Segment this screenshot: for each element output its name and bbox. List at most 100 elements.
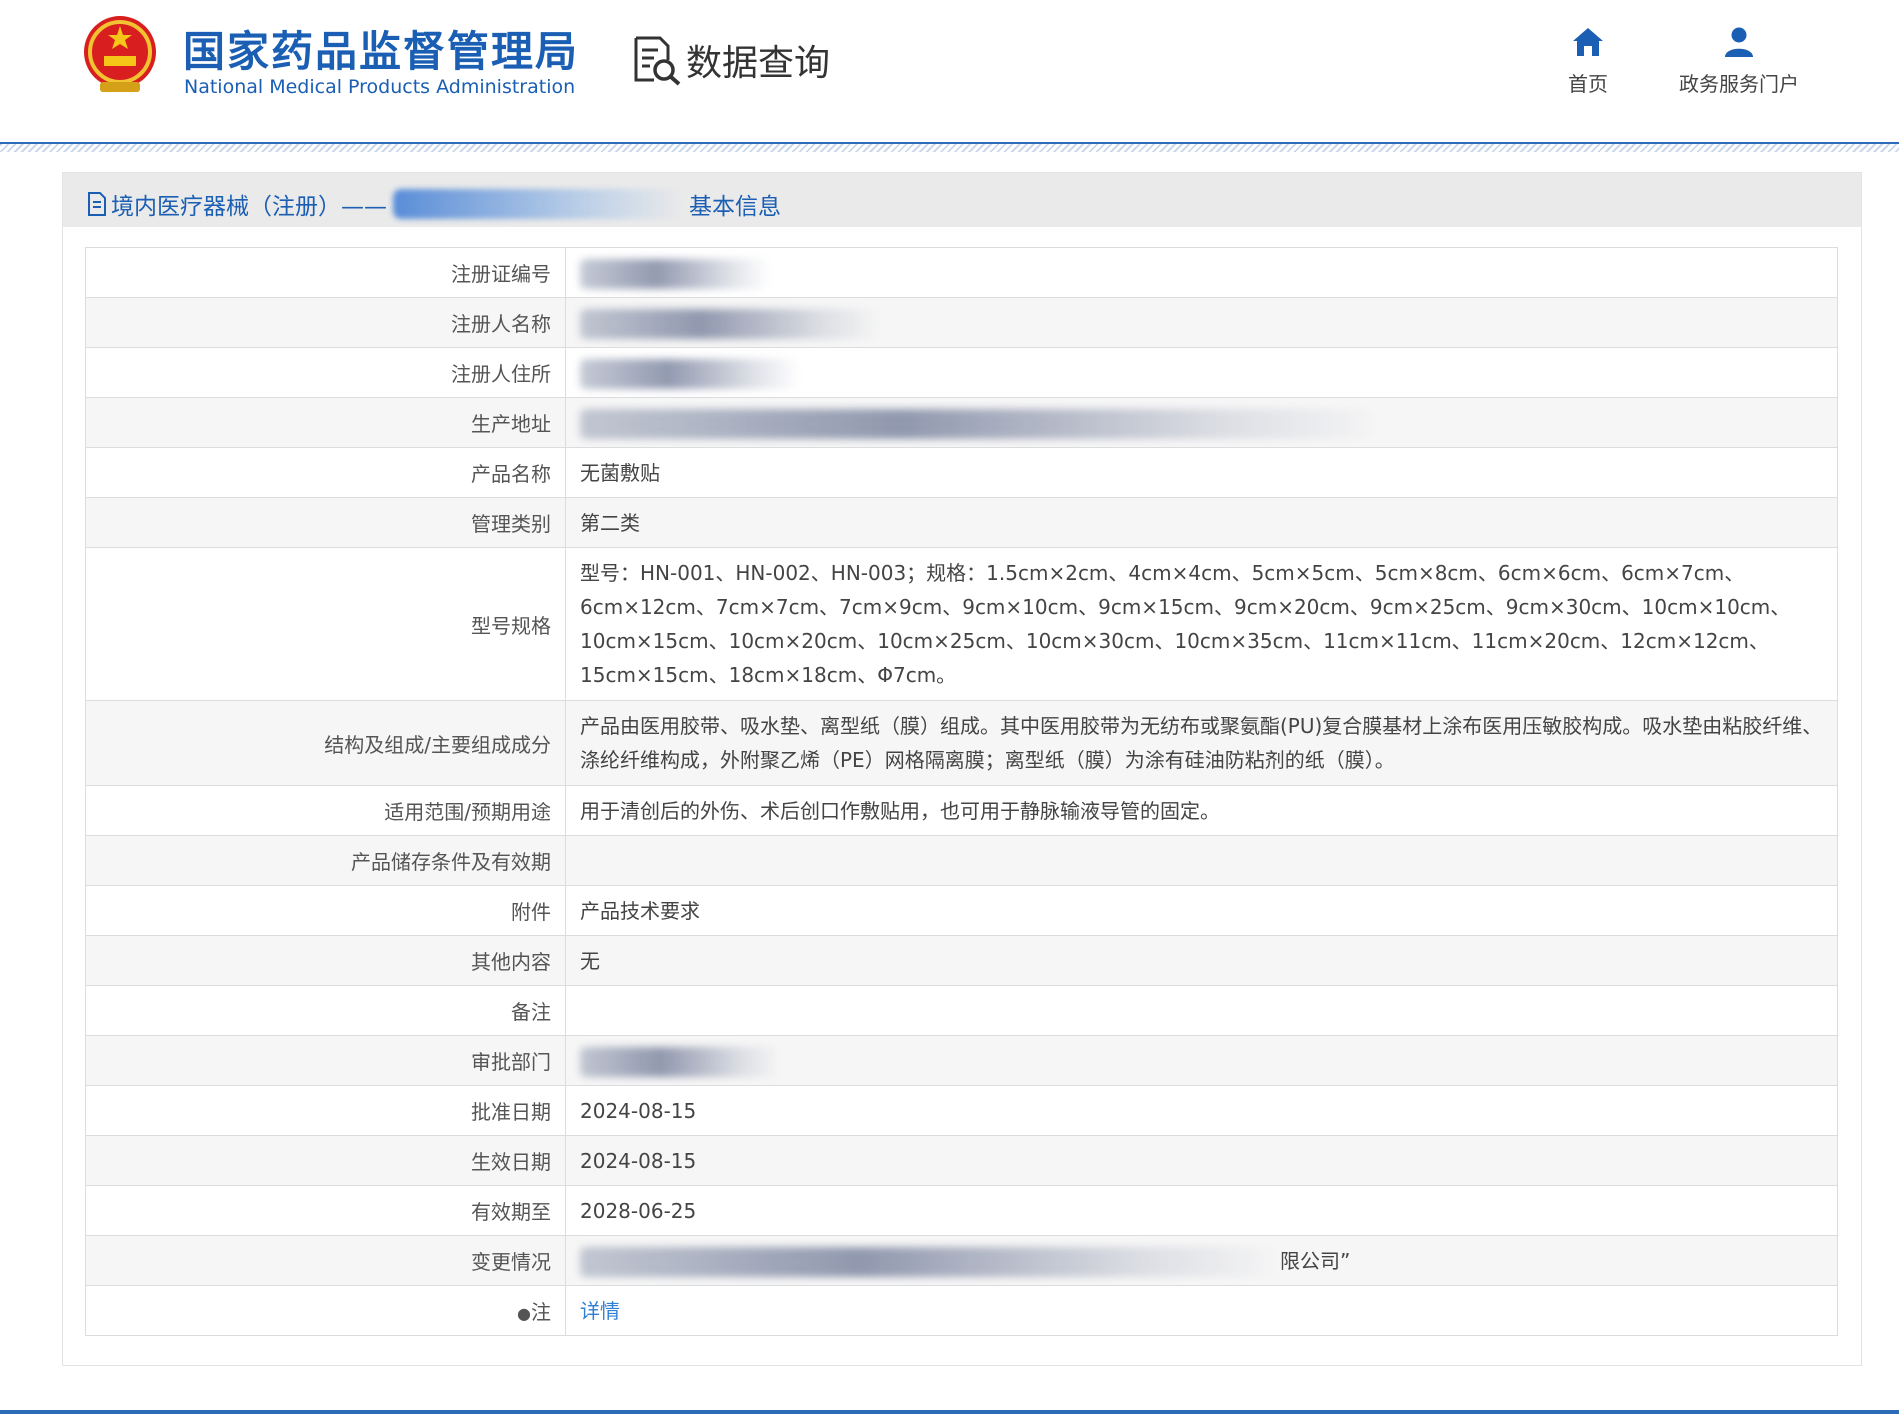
row-value xyxy=(565,347,1838,398)
table-row: 产品名称 无菌敷贴 xyxy=(85,447,1838,498)
row-label: 有效期至 xyxy=(85,1185,566,1236)
info-table: 注册证编号注册人名称注册人住所生产地址产品名称 无菌敷贴管理类别 第二类 型号规格 型号… xyxy=(85,247,1838,1336)
row-label-text: 生效日期 xyxy=(471,1150,551,1174)
row-label: 产品储存条件及有效期 xyxy=(85,835,566,886)
row-value: 型号：HN-001、HN-002、HN-003；规格：1.5cm×2cm、4cm… xyxy=(565,547,1838,701)
row-value: 详情 xyxy=(565,1285,1838,1336)
row-value-text: 产品技术要求 xyxy=(580,898,700,923)
row-label-text: 生产地址 xyxy=(471,412,551,436)
redacted-value xyxy=(580,309,880,339)
row-label: 注册证编号 xyxy=(85,247,566,298)
row-value xyxy=(565,1035,1838,1086)
row-value xyxy=(565,247,1838,298)
row-label-text: 批准日期 xyxy=(471,1100,551,1124)
row-value-text: 2024-08-15 xyxy=(580,1148,697,1173)
row-label: 结构及组成/主要组成成分 xyxy=(85,700,566,786)
nav-service-portal-label: 政务服务门户 xyxy=(1679,72,1799,96)
table-row: 适用范围/预期用途 用于清创后的外伤、术后创口作敷贴用，也可用于静脉输液导管的固定… xyxy=(85,785,1838,836)
row-value: 产品技术要求 xyxy=(565,885,1838,936)
row-label: ●注 xyxy=(85,1285,566,1336)
row-label: 适用范围/预期用途 xyxy=(85,785,566,836)
nav-service-portal[interactable]: 政务服务门户 xyxy=(1668,26,1810,97)
header-divider xyxy=(0,142,1899,152)
row-label: 产品名称 xyxy=(85,447,566,498)
row-value-text: 2028-06-25 xyxy=(580,1198,697,1223)
row-label-text: 备注 xyxy=(511,1000,551,1024)
row-label: 生效日期 xyxy=(85,1135,566,1186)
row-label: 附件 xyxy=(85,885,566,936)
row-label-text: 管理类别 xyxy=(471,512,551,536)
table-row: 其他内容 无 xyxy=(85,935,1838,986)
row-value xyxy=(565,835,1838,886)
footer-divider xyxy=(0,1410,1899,1414)
row-value: 限公司” xyxy=(565,1235,1838,1286)
table-row: 注册人住所 xyxy=(85,347,1838,398)
row-value-text: 2024-08-15 xyxy=(580,1098,697,1123)
details-link[interactable]: 详情 xyxy=(580,1299,620,1323)
row-label-text: 注册人名称 xyxy=(451,312,551,336)
detail-panel: 境内医疗器械（注册）—— 基本信息 注册证编号注册人名称注册人住所生产地址产品名… xyxy=(62,172,1862,1366)
row-value-text: 无菌敷贴 xyxy=(580,460,660,485)
row-value: 第二类 xyxy=(565,497,1838,548)
document-icon xyxy=(88,192,106,216)
row-value xyxy=(565,397,1838,448)
row-label-text: 有效期至 xyxy=(471,1200,551,1224)
nav-home-label: 首页 xyxy=(1568,72,1608,96)
panel-title: 境内医疗器械（注册）—— 基本信息 xyxy=(87,187,781,221)
site-logo-title: 国家药品监督管理局 xyxy=(183,27,580,76)
document-search-icon xyxy=(634,36,681,86)
pin-icon: ● xyxy=(517,1304,531,1323)
row-label-text: 结构及组成/主要组成成分 xyxy=(324,732,551,757)
row-label-text: 产品名称 xyxy=(471,462,551,486)
row-label-text: 附件 xyxy=(511,900,551,924)
table-row: 变更情况 限公司” xyxy=(85,1235,1838,1286)
row-label: 管理类别 xyxy=(85,497,566,548)
table-row: 有效期至 2028-06-25 xyxy=(85,1185,1838,1236)
site-header: 国家药品监督管理局 National Medical Products Admi… xyxy=(0,0,1899,140)
table-row: 附件 产品技术要求 xyxy=(85,885,1838,936)
table-row: 结构及组成/主要组成成分 产品由医用胶带、吸水垫、离型纸（膜）组成。其中医用胶带为… xyxy=(85,700,1838,786)
row-label: 注册人住所 xyxy=(85,347,566,398)
data-query-title: 数据查询 xyxy=(686,43,831,84)
row-label-text: 注 xyxy=(531,1300,551,1324)
row-value: 无菌敷贴 xyxy=(565,447,1838,498)
table-row: 备注 xyxy=(85,985,1838,1036)
data-query-heading: 数据查询 xyxy=(630,34,830,86)
table-row: ●注 详情 xyxy=(85,1285,1838,1336)
row-value-text: 限公司” xyxy=(1280,1248,1351,1273)
row-label-text: 其他内容 xyxy=(471,950,551,974)
user-icon xyxy=(1725,27,1753,57)
national-emblem-icon xyxy=(84,16,156,92)
row-value: 产品由医用胶带、吸水垫、离型纸（膜）组成。其中医用胶带为无纺布或聚氨酯(PU)复… xyxy=(565,700,1838,786)
table-row: 管理类别 第二类 xyxy=(85,497,1838,548)
redacted-registration-number xyxy=(393,189,683,219)
row-value: 用于清创后的外伤、术后创口作敷贴用，也可用于静脉输液导管的固定。 xyxy=(565,785,1838,836)
panel-header: 境内医疗器械（注册）—— 基本信息 xyxy=(63,173,1861,227)
table-row: 生效日期 2024-08-15 xyxy=(85,1135,1838,1186)
row-label: 型号规格 xyxy=(85,547,566,701)
row-label: 批准日期 xyxy=(85,1085,566,1136)
panel-title-prefix: 境内医疗器械（注册）—— xyxy=(111,194,387,220)
table-row: 产品储存条件及有效期 xyxy=(85,835,1838,886)
redacted-value xyxy=(580,359,800,389)
table-row: 生产地址 xyxy=(85,397,1838,448)
row-label: 其他内容 xyxy=(85,935,566,986)
row-label-text: 产品储存条件及有效期 xyxy=(351,850,551,874)
row-value-text: 无 xyxy=(580,948,600,973)
redacted-value xyxy=(580,1047,780,1077)
redacted-value xyxy=(580,259,770,289)
row-label: 备注 xyxy=(85,985,566,1036)
table-row: 审批部门 xyxy=(85,1035,1838,1086)
table-row: 型号规格 型号：HN-001、HN-002、HN-003；规格：1.5cm×2cm… xyxy=(85,547,1838,701)
table-row: 批准日期 2024-08-15 xyxy=(85,1085,1838,1136)
row-value-text: 产品由医用胶带、吸水垫、离型纸（膜）组成。其中医用胶带为无纺布或聚氨酯(PU)复… xyxy=(580,714,1823,772)
panel-title-suffix: 基本信息 xyxy=(689,194,781,220)
row-label-text: 适用范围/预期用途 xyxy=(384,800,551,824)
row-value xyxy=(565,985,1838,1036)
row-label: 注册人名称 xyxy=(85,297,566,348)
nav-home[interactable]: 首页 xyxy=(1558,26,1618,97)
table-row: 注册证编号 xyxy=(85,247,1838,298)
row-value-text: 用于清创后的外伤、术后创口作敷贴用，也可用于静脉输液导管的固定。 xyxy=(580,798,1220,823)
row-value: 2024-08-15 xyxy=(565,1135,1838,1186)
site-logo-subtitle: National Medical Products Administration xyxy=(184,76,576,98)
